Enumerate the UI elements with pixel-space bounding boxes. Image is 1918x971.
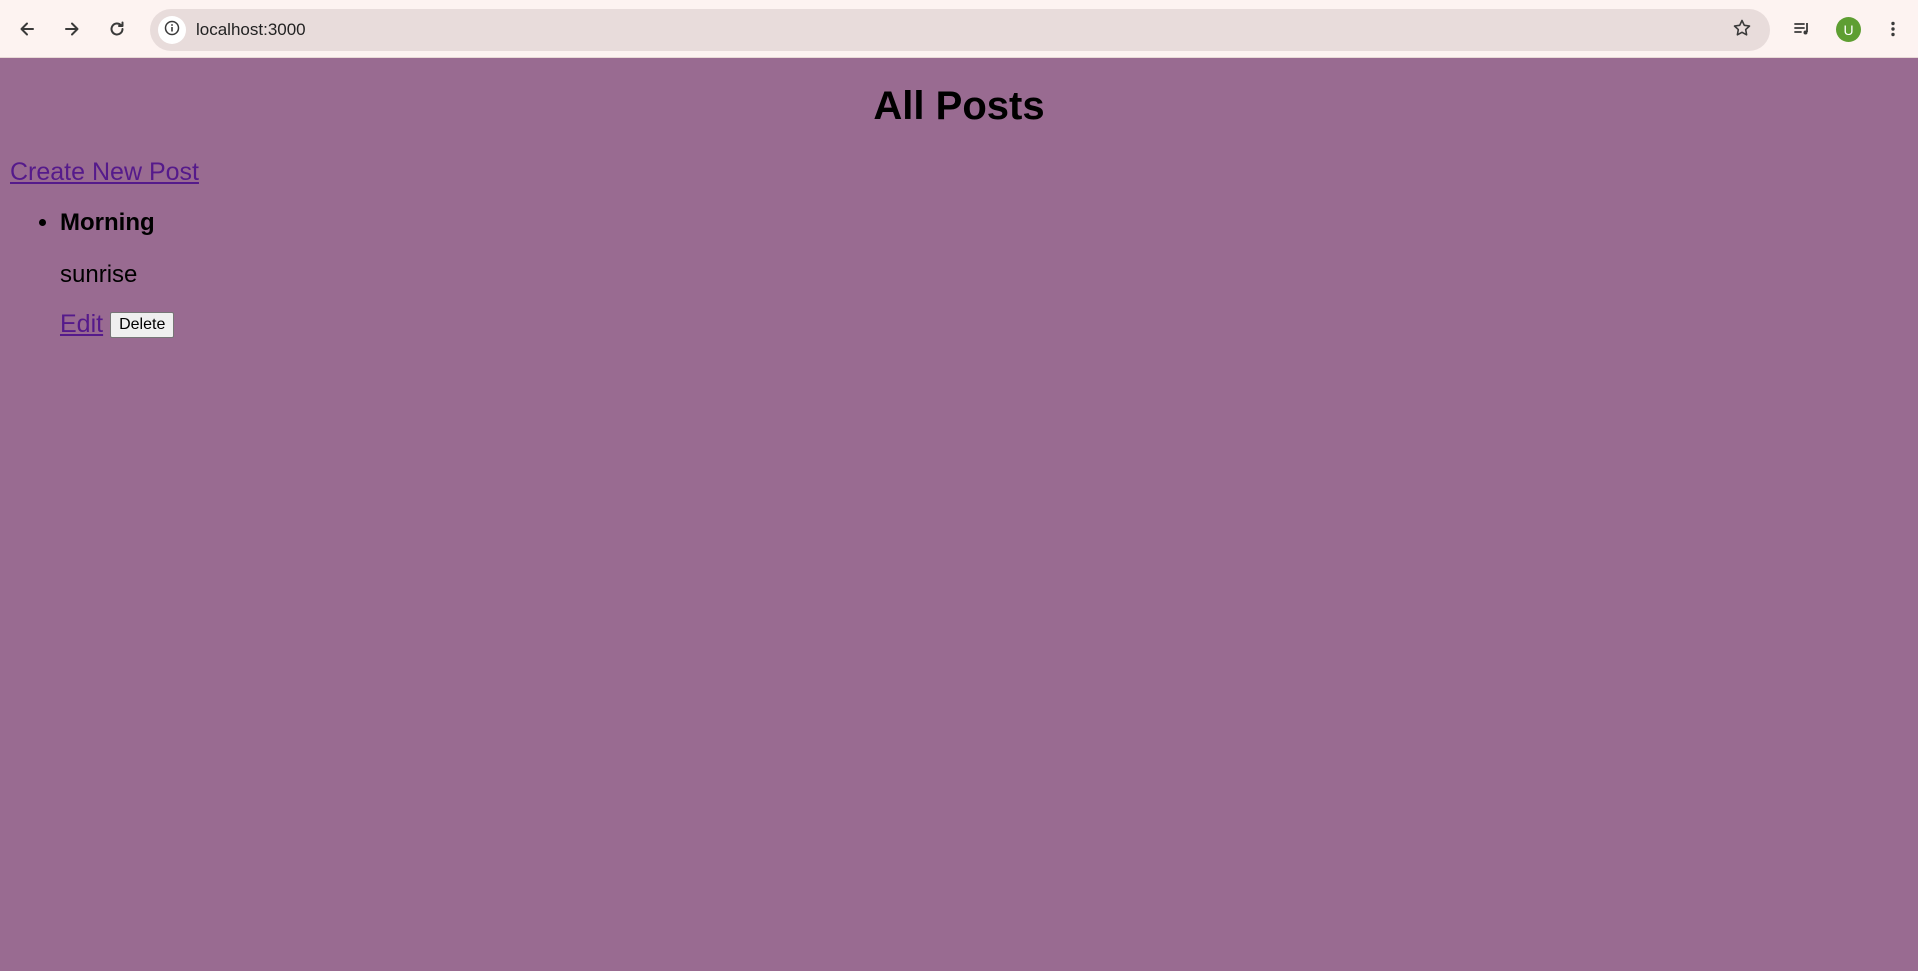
post-title: Morning <box>60 209 155 236</box>
back-button[interactable] <box>10 12 44 46</box>
page-content: All Posts Create New Post Morning sunris… <box>0 58 1918 971</box>
star-icon <box>1732 18 1752 43</box>
post-actions: Edit Delete <box>60 310 175 339</box>
reload-icon <box>107 19 127 39</box>
forward-arrow-icon <box>62 19 82 39</box>
avatar[interactable]: U <box>1836 17 1861 42</box>
more-menu-button[interactable] <box>1876 12 1910 46</box>
posts-list: Morning sunrise Edit Delete <box>0 208 175 339</box>
address-bar[interactable]: localhost:3000 <box>150 9 1770 51</box>
reload-button[interactable] <box>100 12 134 46</box>
forward-button[interactable] <box>55 12 89 46</box>
create-new-post-link[interactable]: Create New Post <box>10 158 199 187</box>
more-menu-icon <box>1883 19 1903 39</box>
site-info-button[interactable] <box>158 16 186 44</box>
list-item: Morning sunrise Edit Delete <box>60 208 175 339</box>
delete-post-button[interactable]: Delete <box>110 311 175 338</box>
browser-toolbar: localhost:3000 U <box>0 0 1918 58</box>
media-controls-icon <box>1792 19 1812 39</box>
edit-post-link[interactable]: Edit <box>60 310 103 339</box>
back-arrow-icon <box>17 19 37 39</box>
media-controls-button[interactable] <box>1785 12 1819 46</box>
url-text[interactable]: localhost:3000 <box>196 20 306 40</box>
post-content: sunrise <box>60 261 138 288</box>
site-info-icon <box>164 20 180 41</box>
page-title: All Posts <box>873 84 1045 128</box>
bookmark-button[interactable] <box>1728 16 1756 44</box>
